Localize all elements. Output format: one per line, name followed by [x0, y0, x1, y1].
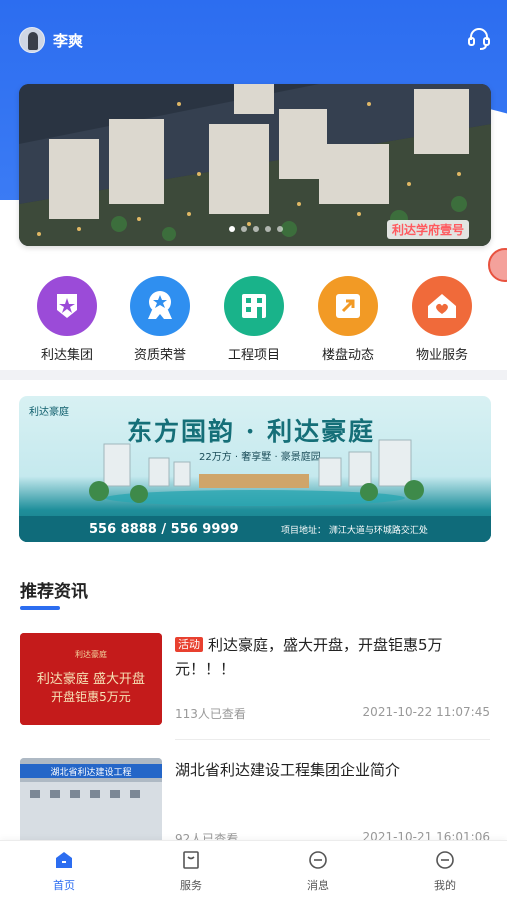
ad-phone[interactable]: 556 8888 / 556 9999 [89, 522, 239, 537]
thumb-sign: 湖北省利达建设工程 [50, 766, 131, 778]
menu-item-property-news[interactable]: 楼盘动态 [308, 276, 388, 363]
ad-banner[interactable]: 利达豪庭 东方国韵 · 利达豪庭 22万方 · 奢享墅 · 豪景庭园 556 8… [19, 396, 491, 542]
pagination-dot[interactable] [277, 226, 283, 232]
medal-icon [130, 276, 190, 336]
star-badge-icon [37, 276, 97, 336]
ad-contact-bar: 556 8888 / 556 9999 项目地址： 浉江大道与环城路交汇处 [19, 516, 491, 542]
news-thumbnail: 利达豪庭 利达豪庭 盛大开盘 开盘钜惠5万元 [20, 633, 162, 725]
menu-label: 物业服务 [415, 348, 468, 363]
pagination-dot[interactable] [265, 226, 271, 232]
thumb-line1: 利达豪庭 盛大开盘 [37, 671, 145, 687]
section-title-underline [20, 606, 60, 610]
menu-item-property-service[interactable]: 物业服务 [402, 276, 482, 363]
ad-address: 项目地址： 浉江大道与环城路交汇处 [281, 525, 428, 536]
banner-pagination [229, 226, 283, 232]
menu-label: 工程项目 [227, 348, 280, 363]
avatar[interactable] [19, 27, 45, 53]
news-separator [175, 739, 490, 740]
tab-label: 首页 [53, 879, 75, 892]
menu-label: 资质荣誉 [133, 348, 186, 363]
building-icon [224, 276, 284, 336]
service-doc-icon [183, 851, 199, 869]
news-title: 活动 利达豪庭，盛大开盘，开盘钜惠5万元！！！ [175, 633, 487, 681]
menu-item-group[interactable]: 利达集团 [27, 276, 107, 363]
tab-messages[interactable]: 消息 [278, 849, 358, 893]
tab-label: 消息 [307, 879, 329, 892]
news-item[interactable]: 利达豪庭 利达豪庭 盛大开盘 开盘钜惠5万元 活动 利达豪庭，盛大开盘，开盘钜惠5… [20, 633, 490, 740]
customer-service-icon[interactable] [466, 26, 492, 52]
news-views: 113人已查看 [175, 707, 246, 721]
news-title-text: 利达豪庭，盛大开盘，开盘钜惠5万元！！！ [175, 636, 443, 678]
thumb-brand: 利达豪庭 [75, 649, 107, 659]
tab-label: 服务 [180, 879, 202, 892]
tab-label: 我的 [434, 879, 456, 892]
menu-item-projects[interactable]: 工程项目 [214, 276, 294, 363]
news-time: 2021-10-22 11:07:45 [362, 705, 490, 719]
tab-profile[interactable]: 我的 [405, 849, 485, 893]
pagination-dot[interactable] [229, 226, 235, 232]
news-title: 湖北省利达建设工程集团企业简介 [175, 761, 401, 779]
hero-banner[interactable]: 利达学府壹号 [19, 84, 491, 246]
tab-home[interactable]: 首页 [24, 849, 104, 893]
banner-caption: 利达学府壹号 [386, 220, 469, 239]
news-thumbnail: 湖北省利达建设工程 [20, 758, 162, 850]
message-icon [309, 851, 327, 869]
news-meta: 113人已查看 2021-10-22 11:07:45 [175, 705, 490, 722]
top-bar: 李爽 [0, 22, 507, 58]
username[interactable]: 李爽 [53, 30, 83, 51]
profile-icon [436, 851, 454, 869]
section-divider [0, 370, 507, 380]
pagination-dot[interactable] [241, 226, 247, 232]
tab-service[interactable]: 服务 [151, 849, 231, 893]
export-icon [318, 276, 378, 336]
pagination-dot[interactable] [253, 226, 259, 232]
section-title: 推荐资讯 [20, 582, 88, 602]
thumb-line2: 开盘钜惠5万元 [51, 689, 131, 704]
menu-label: 利达集团 [40, 348, 93, 363]
menu-label: 楼盘动态 [321, 348, 374, 363]
bottom-tab-bar: 首页 服务 消息 我的 [0, 840, 507, 900]
news-tag: 活动 [175, 637, 203, 652]
home-icon [56, 852, 72, 868]
quick-menu: 利达集团 资质荣誉 工程项目 楼盘动态 物业服务 [0, 276, 507, 363]
menu-item-honors[interactable]: 资质荣誉 [120, 276, 200, 363]
heart-house-icon [412, 276, 472, 336]
